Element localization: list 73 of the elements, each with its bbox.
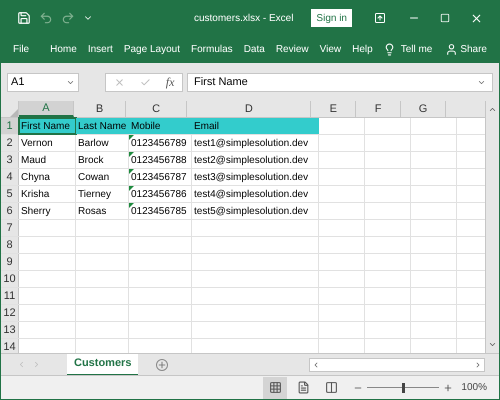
person-icon xyxy=(445,42,458,56)
sign-in-button[interactable]: Sign in xyxy=(311,9,352,27)
row-header[interactable]: 3 xyxy=(1,152,19,168)
scroll-up-icon[interactable] xyxy=(488,105,497,114)
add-sheet-icon[interactable] xyxy=(156,358,168,370)
table-cell[interactable]: test3@simplesolution.dev xyxy=(192,169,319,185)
table-cell[interactable]: First Name xyxy=(19,118,76,134)
row-header[interactable]: 8 xyxy=(1,237,19,253)
lightbulb-icon xyxy=(382,42,396,56)
row-header[interactable]: 7 xyxy=(1,220,19,236)
function-button[interactable]: fx xyxy=(166,73,174,91)
row-header[interactable]: 5 xyxy=(1,186,19,202)
column-header[interactable]: D xyxy=(187,101,312,117)
table-cell[interactable]: Last Name xyxy=(76,118,129,134)
row-header[interactable]: 14 xyxy=(1,339,19,353)
row-header[interactable]: 13 xyxy=(1,322,19,338)
ribbon-tab[interactable]: Data xyxy=(244,42,265,56)
vertical-scrollbar[interactable] xyxy=(485,101,499,353)
ribbon-options-icon[interactable] xyxy=(374,12,386,24)
close-icon[interactable] xyxy=(470,12,483,24)
horizontal-scrollbar[interactable] xyxy=(309,358,485,372)
ribbon-tab[interactable]: Home xyxy=(50,42,77,56)
zoom-slider[interactable] xyxy=(367,382,440,392)
table-cell[interactable]: test4@simplesolution.dev xyxy=(192,186,319,202)
scroll-right-icon[interactable] xyxy=(474,360,482,368)
name-box[interactable]: A1 xyxy=(7,72,79,92)
scroll-down-icon[interactable] xyxy=(488,340,497,349)
table-cell[interactable]: test5@simplesolution.dev xyxy=(192,203,319,219)
zoom-in-icon[interactable] xyxy=(443,382,454,392)
ribbon-tab[interactable]: File xyxy=(13,42,30,56)
scroll-left-icon[interactable] xyxy=(312,360,320,368)
formula-field[interactable]: First Name xyxy=(187,72,493,92)
table-cell[interactable]: Vernon xyxy=(19,135,76,151)
row-header[interactable]: 11 xyxy=(1,288,19,304)
share-button[interactable]: Share xyxy=(460,42,487,56)
row-header[interactable]: 6 xyxy=(1,203,19,219)
table-cell[interactable]: Mobile xyxy=(129,118,192,134)
table-cell[interactable]: Maud xyxy=(19,152,76,168)
table-cell[interactable]: test1@simplesolution.dev xyxy=(192,135,319,151)
column-header[interactable]: E xyxy=(311,101,356,117)
row-header[interactable]: 1 xyxy=(1,118,19,134)
ribbon-tab[interactable]: Formulas xyxy=(191,42,233,56)
sheet-tab[interactable]: Customers xyxy=(67,354,138,376)
check-icon[interactable] xyxy=(140,76,151,88)
ribbon-tab[interactable]: Review xyxy=(276,42,309,56)
ribbon-tab[interactable]: View xyxy=(320,42,342,56)
maximize-icon[interactable] xyxy=(440,13,450,23)
table-cell[interactable]: Sherry xyxy=(19,203,76,219)
column-header[interactable]: C xyxy=(126,101,188,117)
column-header[interactable]: A xyxy=(18,101,74,117)
save-icon[interactable] xyxy=(17,11,31,25)
table-cell[interactable]: Krisha xyxy=(19,186,76,202)
table-cell[interactable]: Email xyxy=(192,118,319,134)
row-header[interactable]: 4 xyxy=(1,169,19,185)
view-button[interactable] xyxy=(263,376,288,398)
grid-icon xyxy=(268,381,282,394)
row-header[interactable]: 9 xyxy=(1,254,19,270)
tell-me-button[interactable]: Tell me xyxy=(400,42,432,56)
ribbon-tab[interactable]: Page Layout xyxy=(124,42,180,56)
zoom-level[interactable]: 100% xyxy=(461,380,487,395)
ribbon-tab[interactable]: Insert xyxy=(88,42,113,56)
column-header[interactable]: F xyxy=(356,101,402,117)
table-cell[interactable]: test2@simplesolution.dev xyxy=(192,152,319,168)
row-header[interactable]: 2 xyxy=(1,135,19,151)
table-cell[interactable]: Chyna xyxy=(19,169,76,185)
row-header[interactable]: 10 xyxy=(1,271,19,287)
columns-icon xyxy=(324,381,338,394)
page-icon xyxy=(296,381,310,394)
column-header[interactable]: G xyxy=(401,101,446,117)
row-header[interactable]: 12 xyxy=(1,305,19,321)
window-title: customers.xlsx - Excel xyxy=(194,12,294,26)
ribbon-tab[interactable]: Help xyxy=(352,42,373,56)
slider-thumb[interactable] xyxy=(402,382,406,392)
